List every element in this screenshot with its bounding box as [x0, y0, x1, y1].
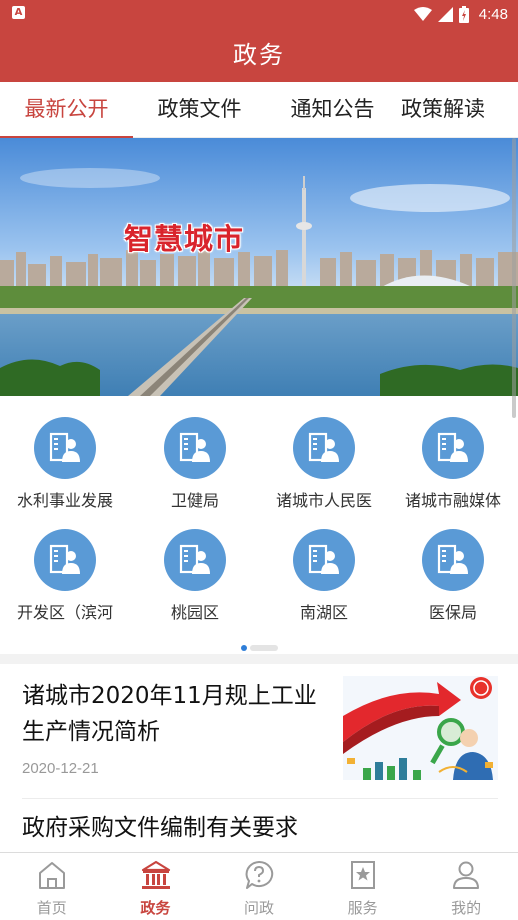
- grid-item-medical-insurance[interactable]: 医保局: [388, 517, 518, 629]
- question-bubble-icon: [245, 860, 274, 889]
- department-grid: 水利事业发展 卫健局 诸城市人民医 诸城市融媒体 开发区（滨河 桃园区 南湖区 …: [0, 405, 518, 645]
- department-avatar-icon: [422, 529, 484, 591]
- clock: 4:48: [478, 5, 508, 23]
- news-title: 诸城市2020年11月规上工业生产情况简析: [22, 683, 317, 745]
- grid-item-water-conservancy[interactable]: 水利事业发展: [0, 405, 130, 517]
- banner-title: 智慧城市: [124, 222, 245, 256]
- department-avatar-icon: [34, 417, 96, 479]
- page-title: 政务: [0, 28, 518, 82]
- status-bar: A 4:48: [0, 0, 518, 28]
- grid-item-nanhu-district[interactable]: 南湖区: [259, 517, 389, 629]
- scrollbar[interactable]: [512, 138, 516, 418]
- grid-item-label: 南湖区: [299, 603, 348, 622]
- category-tabs: 最新公开 政策文件 通知公告 政策解读: [0, 82, 518, 138]
- banner-carousel[interactable]: 智慧城市: [0, 138, 518, 396]
- person-icon: [453, 861, 480, 889]
- city-skyline-image: [0, 138, 518, 396]
- nav-label: 我的: [451, 899, 482, 917]
- grid-item-label: 水利事业发展: [16, 491, 113, 510]
- grid-item-media-center[interactable]: 诸城市融媒体: [388, 405, 518, 517]
- grid-item-label: 诸城市人民医: [275, 491, 372, 510]
- page-dot-active: [241, 645, 247, 651]
- news-thumbnail: [343, 676, 498, 780]
- system-icons: 4:48: [413, 4, 508, 24]
- app-notification-icon: A: [12, 6, 25, 19]
- star-bookmark-icon: [350, 861, 375, 889]
- department-avatar-icon: [164, 529, 226, 591]
- section-divider: [0, 654, 518, 664]
- tab-policy-documents[interactable]: 政策文件: [133, 82, 266, 138]
- nav-mine[interactable]: 我的: [414, 853, 518, 920]
- department-avatar-icon: [164, 417, 226, 479]
- grid-item-label: 诸城市融媒体: [404, 491, 501, 510]
- nav-inquiry[interactable]: 问政: [207, 853, 311, 920]
- grid-item-label: 桃园区: [170, 603, 219, 622]
- nav-label: 服务: [347, 899, 378, 917]
- grid-item-label: 开发区（滨河: [16, 603, 113, 622]
- department-avatar-icon: [293, 417, 355, 479]
- grid-item-taoyuan-district[interactable]: 桃园区: [130, 517, 260, 629]
- nav-label: 问政: [243, 899, 274, 917]
- grid-item-peoples-hospital[interactable]: 诸城市人民医: [259, 405, 389, 517]
- department-avatar-icon: [34, 529, 96, 591]
- news-separator: [22, 798, 498, 799]
- nav-government-affairs[interactable]: 政务: [104, 853, 208, 920]
- grid-item-health-bureau[interactable]: 卫健局: [130, 405, 260, 517]
- department-avatar-icon: [293, 529, 355, 591]
- nav-home[interactable]: 首页: [0, 853, 104, 920]
- wifi-icon: [413, 7, 432, 21]
- nav-services[interactable]: 服务: [311, 853, 415, 920]
- growth-chart-image: [343, 676, 498, 780]
- page-dot: [250, 645, 278, 651]
- tab-policy-interpretation[interactable]: 政策解读: [399, 82, 518, 138]
- grid-item-label: 医保局: [428, 603, 477, 622]
- news-item[interactable]: 诸城市2020年11月规上工业生产情况简析 2020-12-21: [0, 664, 518, 799]
- tab-notices[interactable]: 通知公告: [266, 82, 399, 138]
- nav-label: 政务: [140, 899, 171, 917]
- news-item-title[interactable]: 政府采购文件编制有关要求: [22, 808, 298, 842]
- government-building-icon: [141, 860, 170, 889]
- department-avatar-icon: [422, 417, 484, 479]
- signal-icon: [437, 6, 453, 22]
- grid-page-indicator: [241, 645, 278, 651]
- nav-label: 首页: [36, 899, 67, 917]
- grid-item-development-zone[interactable]: 开发区（滨河: [0, 517, 130, 629]
- news-date: 2020-12-21: [22, 760, 99, 777]
- grid-item-label: 卫健局: [170, 491, 219, 510]
- tab-latest-disclosure[interactable]: 最新公开: [0, 82, 133, 138]
- battery-icon: [458, 5, 469, 23]
- home-icon: [39, 862, 65, 889]
- bottom-navigation: 首页 政务 问政 服务 我的: [0, 852, 518, 920]
